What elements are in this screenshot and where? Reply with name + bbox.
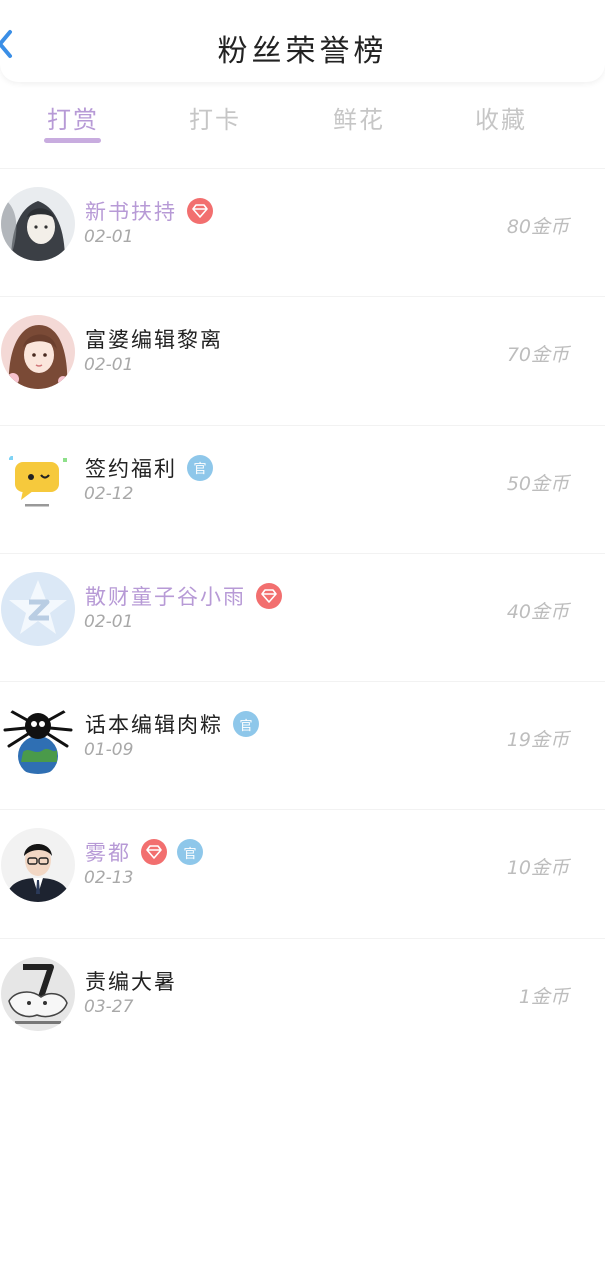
fan-name: 雾都 xyxy=(85,841,131,866)
list-item[interactable]: 话本编辑肉粽 官 01-09 19金币 xyxy=(0,681,605,809)
fan-ranking-list: 新书扶持 02-01 80金币 富婆编辑黎离 02-01 70金币 签约福利 官… xyxy=(0,168,605,1066)
diamond-icon xyxy=(256,582,282,609)
list-item[interactable]: 新书扶持 02-01 80金币 xyxy=(0,168,605,296)
diamond-icon xyxy=(141,839,167,866)
official-icon: 官 xyxy=(233,711,259,738)
reward-date: 02-13 xyxy=(84,868,134,889)
fan-name: 富婆编辑黎离 xyxy=(85,328,223,353)
tab-favorites[interactable]: 收藏 xyxy=(461,100,541,135)
reward-date: 02-01 xyxy=(84,611,134,632)
tab-reward[interactable]: 打赏 xyxy=(33,100,113,135)
fan-name: 话本编辑肉粽 xyxy=(85,713,223,738)
diamond-icon xyxy=(187,198,213,224)
reward-date: 02-12 xyxy=(84,483,134,504)
avatar[interactable] xyxy=(1,187,75,261)
coin-amount: 10金币 xyxy=(506,857,569,880)
list-item[interactable]: 富婆编辑黎离 02-01 70金币 xyxy=(0,296,605,424)
tab-checkin[interactable]: 打卡 xyxy=(175,100,255,135)
fan-name: 散财童子谷小雨 xyxy=(85,584,246,609)
coin-amount: 80金币 xyxy=(506,216,569,238)
list-item[interactable]: 签约福利 官 02-12 50金币 xyxy=(0,424,605,553)
fan-name: 签约福利 xyxy=(85,456,177,481)
coin-amount: 19金币 xyxy=(506,729,569,752)
avatar[interactable] xyxy=(1,443,75,518)
active-tab-indicator xyxy=(44,138,101,143)
top-app-bar: 粉丝荣誉榜 xyxy=(0,0,605,82)
reward-date: 01-09 xyxy=(84,740,134,761)
tab-flowers[interactable]: 鲜花 xyxy=(319,100,399,135)
list-item[interactable]: 责编大暑 03-27 1金币 xyxy=(0,937,605,1066)
coin-amount: 1金币 xyxy=(518,985,569,1008)
list-item[interactable]: 雾都 官 02-13 10金币 xyxy=(0,809,605,937)
fan-name: 责编大暑 xyxy=(85,969,177,994)
avatar[interactable] xyxy=(1,571,75,646)
official-icon: 官 xyxy=(177,839,203,866)
reward-date: 02-01 xyxy=(84,227,134,247)
avatar[interactable] xyxy=(1,956,75,1031)
coin-amount: 70金币 xyxy=(506,344,569,367)
reward-date: 02-01 xyxy=(84,355,134,376)
coin-amount: 40金币 xyxy=(506,600,569,623)
list-item[interactable]: 散财童子谷小雨 02-01 40金币 xyxy=(0,552,605,681)
official-icon: 官 xyxy=(187,454,213,481)
reward-date: 03-27 xyxy=(84,996,134,1017)
fan-name: 新书扶持 xyxy=(85,200,177,224)
tab-bar: 打赏 打卡 鲜花 收藏 xyxy=(0,92,605,152)
avatar[interactable] xyxy=(1,700,75,775)
avatar[interactable] xyxy=(1,315,75,390)
page-title: 粉丝荣誉榜 xyxy=(217,34,388,69)
avatar[interactable] xyxy=(1,828,75,903)
coin-amount: 50金币 xyxy=(506,472,569,495)
